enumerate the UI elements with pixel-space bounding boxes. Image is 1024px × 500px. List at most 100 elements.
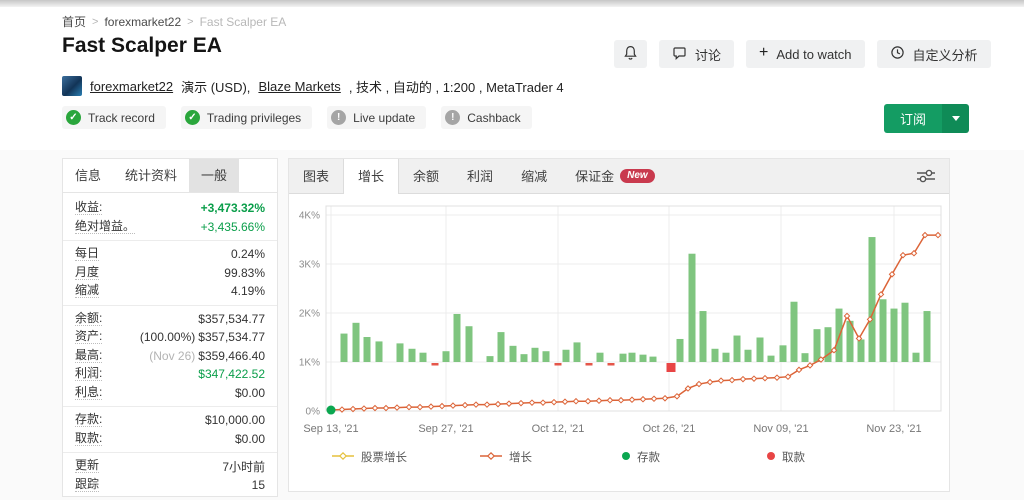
growth-line-marker (618, 398, 623, 403)
tab-statistics[interactable]: 统计资料 (113, 159, 189, 192)
avatar[interactable] (62, 76, 82, 96)
growth-bar (574, 342, 581, 362)
breadcrumb: 首页>forexmarket22>Fast Scalper EA (62, 13, 286, 30)
stat-label-highest: 最高: (75, 349, 102, 363)
growth-bar (700, 311, 707, 362)
stat-value-text: $0.00 (235, 386, 265, 400)
chart-tab-label: 图表 (303, 160, 329, 193)
page-title: Fast Scalper EA (62, 34, 222, 58)
stat-label-daily: 每日 (75, 247, 99, 261)
tab-balance[interactable]: 余额 (399, 159, 453, 193)
growth-bar (891, 309, 898, 362)
stat-value-deposits: $10,000.00 (205, 413, 265, 427)
growth-line-marker (596, 398, 601, 403)
broker-link[interactable]: Blaze Markets (258, 79, 340, 94)
legend-marker-deposit-icon (621, 451, 631, 464)
stat-row-trackers: 跟踪15 (75, 476, 265, 495)
stat-row-profit: 利润:$347,422.52 (75, 365, 265, 384)
stats-divider (63, 240, 277, 241)
growth-bar (650, 357, 657, 362)
deposit-marker (327, 406, 336, 415)
stat-row-withdrawals: 取款: $0.00 (75, 430, 265, 449)
growth-line-marker (372, 405, 377, 410)
stats-tabs: 信息统计资料一般 (63, 159, 277, 193)
stat-label-balance: 余额: (75, 312, 102, 326)
tab-drawdown[interactable]: 缩减 (507, 159, 561, 193)
growth-line-marker (729, 378, 734, 383)
discussion-button[interactable]: 讨论 (659, 40, 734, 68)
sliders-icon (913, 174, 939, 189)
growth-line-marker (935, 232, 940, 237)
discussion-label: 讨论 (695, 45, 721, 64)
chart-tab-label: 利润 (467, 160, 493, 193)
growth-bar (597, 353, 604, 362)
negative-day-dash (432, 363, 439, 366)
growth-line-marker (495, 402, 500, 407)
x-axis-tick: Nov 09, '21 (753, 423, 808, 435)
stat-label-withdrawals: 取款: (75, 432, 102, 446)
legend-label: 取款 (782, 449, 805, 465)
stat-row-highest: 最高:(Nov 26)$359,466.40 (75, 347, 265, 366)
growth-bar (913, 353, 920, 362)
breadcrumb-item-home[interactable]: 首页 (62, 13, 86, 30)
chart-tab-label: 缩减 (521, 160, 547, 193)
notifications-button[interactable] (614, 40, 647, 68)
stat-label-profit: 利润: (75, 367, 102, 381)
growth-line-marker (585, 399, 590, 404)
growth-bar (532, 348, 539, 362)
breadcrumb-item-forexmarket22[interactable]: forexmarket22 (104, 15, 181, 29)
growth-line-marker (774, 375, 779, 380)
status-badge-trading-privileges: ✓Trading privileges (181, 106, 312, 129)
header-actions: 讨论 + Add to watch 自定义分析 (614, 40, 991, 68)
stats-divider (63, 452, 277, 453)
stat-label-gain: 收益: (75, 201, 102, 215)
stat-value-text: $357,534.77 (198, 330, 265, 344)
subscribe-dropdown-button[interactable] (942, 104, 969, 133)
stat-row-drawdown: 缩减4.19% (75, 282, 265, 301)
growth-line-marker (629, 397, 634, 402)
growth-line-marker (762, 376, 767, 381)
custom-analysis-button[interactable]: 自定义分析 (877, 40, 991, 68)
stat-label-monthly: 月度 (75, 266, 99, 280)
add-to-watch-button[interactable]: + Add to watch (746, 40, 865, 68)
stat-row-deposits: 存款: $10,000.00 (75, 411, 265, 430)
growth-bar (364, 337, 371, 362)
tab-margin[interactable]: 保证金New (561, 159, 669, 193)
tab-general[interactable]: 一般 (189, 159, 239, 192)
tab-info[interactable]: 信息 (63, 159, 113, 192)
growth-bar (802, 353, 809, 362)
legend-label: 增长 (509, 449, 532, 465)
account-owner-link[interactable]: forexmarket22 (90, 79, 173, 94)
add-to-watch-label: Add to watch (776, 47, 851, 62)
stat-value-text: $0.00 (235, 432, 265, 446)
breadcrumb-item-fast-scalper-ea: Fast Scalper EA (200, 15, 287, 29)
growth-line-marker (562, 399, 567, 404)
growth-bar (902, 303, 909, 362)
tab-chart[interactable]: 图表 (289, 159, 343, 193)
stat-value-text: +3,473.32% (201, 201, 265, 215)
stat-label-abs-gain: 绝对增益。 (75, 220, 135, 234)
growth-line-marker (662, 396, 667, 401)
growth-line-marker (573, 399, 578, 404)
growth-bar (620, 354, 627, 362)
growth-bar (420, 353, 427, 362)
speech-bubble-icon (672, 46, 687, 63)
chart-settings-button[interactable] (913, 166, 939, 186)
stat-value-text: $357,534.77 (198, 312, 265, 326)
subscribe-button[interactable]: 订阅 (884, 104, 942, 133)
stat-value-interest: $0.00 (235, 386, 265, 400)
stat-value-prefix: (100.00%) (140, 330, 195, 344)
tab-growth[interactable]: 增长 (343, 159, 399, 194)
bell-icon (623, 45, 638, 64)
growth-bar (734, 336, 741, 362)
stats-body: 收益:+3,473.32%绝对增益。+3,435.66%每日0.24%月度99.… (63, 193, 277, 494)
stat-label-deposits: 存款: (75, 413, 102, 427)
growth-bar (454, 314, 461, 362)
y-axis-tick: 0% (306, 407, 321, 418)
stat-label-interest: 利息: (75, 386, 102, 400)
stat-value-text: 99.83% (224, 266, 265, 280)
tab-profit[interactable]: 利润 (453, 159, 507, 193)
stats-panel: 信息统计资料一般 收益:+3,473.32%绝对增益。+3,435.66%每日0… (62, 158, 278, 497)
chart-tab-label: 增长 (358, 160, 384, 193)
growth-line-marker (506, 401, 511, 406)
